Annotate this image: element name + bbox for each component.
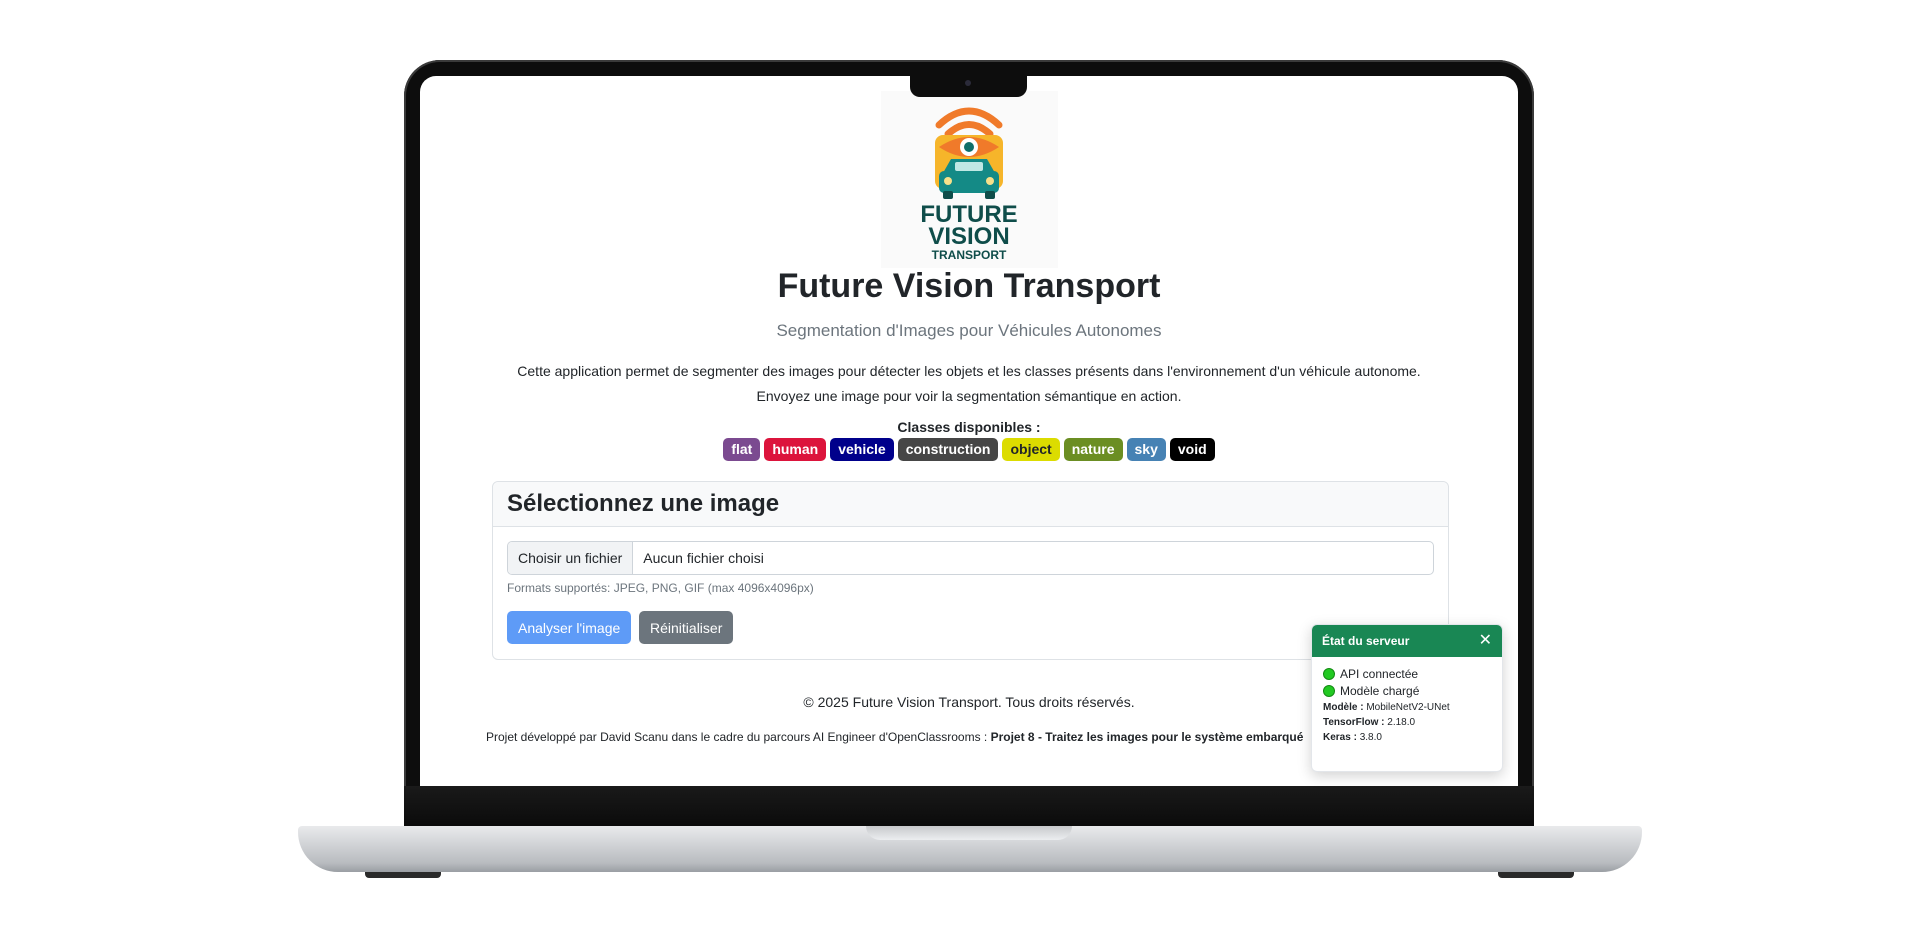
laptop-foot-left: [365, 872, 441, 878]
api-status-label: API connectée: [1340, 667, 1419, 681]
credit-project: Projet 8 - Traitez les images pour le sy…: [990, 730, 1304, 744]
choose-file-button[interactable]: Choisir un fichier: [508, 542, 634, 574]
page-title: Future Vision Transport: [777, 267, 1161, 305]
toast-header: État du serveur ✕: [1312, 625, 1502, 657]
reset-button[interactable]: Réinitialiser: [639, 611, 734, 644]
project-credit: Projet développé par David Scanu dans le…: [486, 730, 1303, 744]
laptop-foot-right: [1498, 872, 1574, 878]
toast-title: État du serveur: [1322, 634, 1410, 648]
logo-word-2: VISION: [928, 223, 1009, 250]
keras-info: Keras : 3.8.0: [1323, 732, 1491, 743]
badge-nature: nature: [1063, 438, 1123, 461]
laptop-chin: [404, 786, 1534, 828]
file-name-text: Aucun fichier choisi: [643, 550, 764, 566]
description-line-1: Cette application permet de segmenter de…: [517, 363, 1421, 379]
badge-object: object: [1002, 438, 1060, 461]
description-line-2: Envoyez une image pour voir la segmentat…: [756, 388, 1182, 404]
analyze-button[interactable]: Analyser l'image: [507, 611, 632, 644]
upload-card: Sélectionnez une image Choisir un fichie…: [492, 481, 1449, 660]
badge-human: human: [764, 438, 827, 461]
logo-graphic: FUTURE VISION TRANSPORT: [920, 107, 1018, 262]
tensorflow-info-value: 2.18.0: [1387, 717, 1416, 728]
server-status-toast: État du serveur ✕ API connectée Modèle c…: [1311, 624, 1503, 772]
classes-label: Classes disponibles :: [897, 419, 1041, 435]
badge-flat: flat: [723, 438, 761, 461]
server-info: Modèle : MobileNetV2-UNet TensorFlow : 2…: [1323, 702, 1491, 743]
class-badges: flat human vehicle construction object n…: [420, 438, 1518, 461]
camera-icon: [965, 80, 971, 86]
credit-text: Projet développé par David Scanu dans le…: [486, 730, 988, 744]
description: Cette application permet de segmenter de…: [420, 359, 1518, 409]
upload-card-title: Sélectionnez une image: [493, 482, 1448, 527]
formats-help-text: Formats supportés: JPEG, PNG, GIF (max 4…: [507, 581, 814, 595]
model-status-label: Modèle chargé: [1340, 684, 1420, 698]
api-status: API connectée: [1323, 667, 1491, 681]
toast-body: API connectée Modèle chargé Modèle : Mob…: [1312, 657, 1502, 753]
keras-info-label: Keras :: [1323, 732, 1357, 743]
close-icon[interactable]: ✕: [1479, 633, 1492, 649]
model-info-label: Modèle :: [1323, 702, 1364, 713]
badge-construction: construction: [897, 438, 999, 461]
model-info-value: MobileNetV2-UNet: [1366, 702, 1450, 713]
status-ok-icon: [1323, 668, 1335, 680]
status-ok-icon: [1323, 685, 1335, 697]
tensorflow-info-label: TensorFlow :: [1323, 717, 1385, 728]
laptop-opening: [866, 826, 1072, 840]
camera-notch: [910, 76, 1027, 97]
model-status: Modèle chargé: [1323, 684, 1491, 698]
tensorflow-info: TensorFlow : 2.18.0: [1323, 717, 1491, 728]
model-info: Modèle : MobileNetV2-UNet: [1323, 702, 1491, 713]
keras-info-value: 3.8.0: [1359, 732, 1382, 743]
page-subtitle: Segmentation d'Images pour Véhicules Aut…: [776, 321, 1162, 340]
app-logo: FUTURE VISION TRANSPORT: [881, 91, 1058, 268]
badge-vehicle: vehicle: [830, 438, 894, 461]
file-input[interactable]: Choisir un fichier Aucun fichier choisi: [507, 541, 1434, 575]
badge-sky: sky: [1126, 438, 1166, 461]
badge-void: void: [1169, 438, 1215, 461]
logo-word-3: TRANSPORT: [932, 248, 1007, 262]
